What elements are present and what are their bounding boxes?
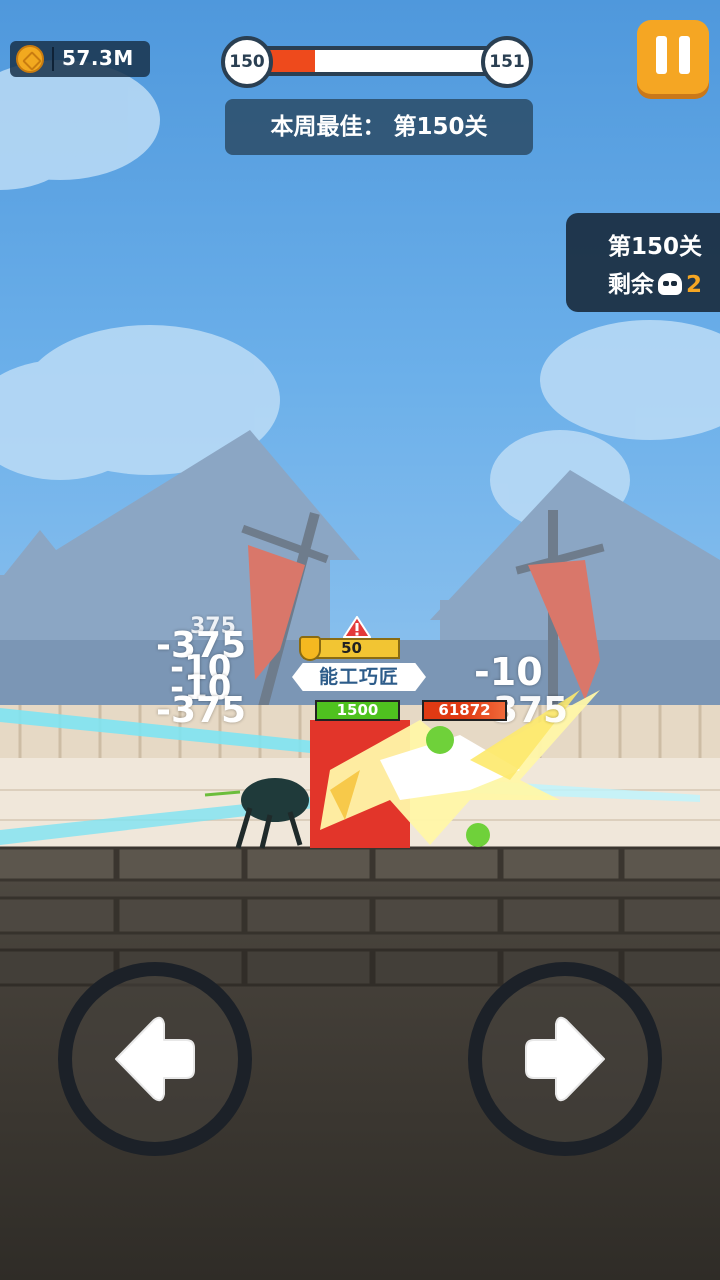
weekly-best-label: 本周最佳： 第150关 xyxy=(225,99,533,155)
remaining-enemies: 剩余 2 xyxy=(608,265,702,299)
coin-amount: 57.3M xyxy=(62,46,134,70)
boss-hp-bar: 61872 xyxy=(422,700,507,721)
next-level-badge: 151 xyxy=(481,36,533,88)
remaining-label: 剩余 xyxy=(607,272,654,298)
boss-title-banner: 能工巧匠 xyxy=(292,663,426,691)
pause-icon xyxy=(679,36,690,74)
damage-number: -10 xyxy=(474,650,543,694)
player-hp-bar: 1500 xyxy=(315,700,400,721)
coin-icon xyxy=(16,45,44,73)
coin-counter: 57.3M xyxy=(10,41,150,77)
boss-title: 能工巧匠 xyxy=(318,666,399,688)
stage-info-panel: 第150关 剩余 2 xyxy=(566,213,720,312)
damage-number: -375 xyxy=(156,690,247,731)
boss-shield-bar: 50 xyxy=(299,636,400,661)
warning-icon xyxy=(343,616,371,638)
arrow-left-icon xyxy=(115,1016,195,1102)
move-left-button[interactable] xyxy=(58,962,252,1156)
remaining-count: 2 xyxy=(685,272,702,298)
level-progress-bar xyxy=(240,46,502,76)
current-level-badge: 150 xyxy=(221,36,273,88)
boss-shield-value: 50 xyxy=(341,639,362,657)
skull-icon xyxy=(657,273,682,295)
pause-icon xyxy=(656,36,667,74)
move-right-button[interactable] xyxy=(468,962,662,1156)
stage-label: 第150关 xyxy=(607,234,702,260)
pause-button[interactable] xyxy=(637,20,709,94)
arrow-right-icon xyxy=(525,1016,605,1102)
divider xyxy=(52,47,54,71)
